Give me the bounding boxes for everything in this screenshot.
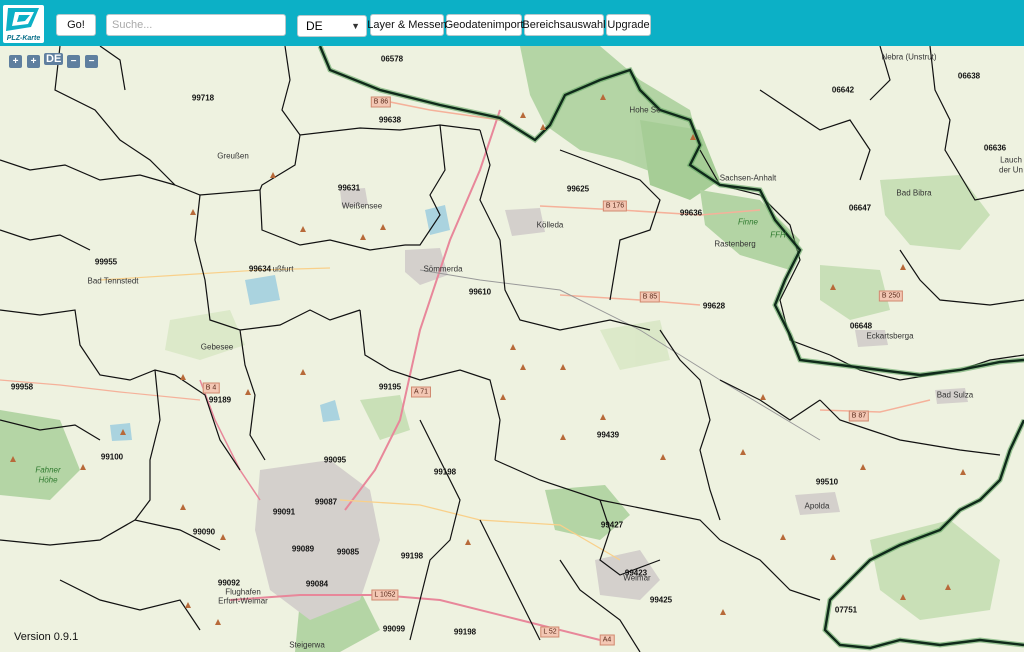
postal-code-label[interactable]: 06647 xyxy=(849,204,871,213)
town-label: Nebra (Unstrut) xyxy=(881,52,937,62)
postal-code-label[interactable]: 99638 xyxy=(379,116,401,125)
town-label: Sömmerda xyxy=(423,264,463,274)
town-label: Lauch xyxy=(1000,155,1022,165)
road-shield: A 71 xyxy=(410,386,432,398)
road-shield: A4 xyxy=(599,634,615,646)
area-label: Finne xyxy=(737,217,759,227)
town-label: Sachsen-Anhalt xyxy=(719,173,777,183)
town-label: Erfurt-Weimar xyxy=(218,596,268,606)
area-label: Fahner xyxy=(35,465,61,475)
town-label: Weimar xyxy=(623,573,651,583)
postal-code-label[interactable]: 99084 xyxy=(306,580,328,589)
toolbar: PLZ-Karte Go! DE ▼ Layer & Messen Geodat… xyxy=(0,0,1024,46)
postal-code-label[interactable]: 99092 xyxy=(218,579,240,588)
area-label: FFH xyxy=(770,230,786,240)
postal-code-label[interactable]: 99195 xyxy=(379,383,401,392)
town-label: Steigerwa xyxy=(289,640,325,650)
postal-code-label[interactable]: 99718 xyxy=(192,94,214,103)
postal-code-label[interactable]: 99189 xyxy=(209,396,231,405)
postal-code-label[interactable]: 99955 xyxy=(95,258,117,267)
search-input[interactable] xyxy=(106,14,286,36)
postal-code-label[interactable]: 99439 xyxy=(597,431,619,440)
country-select-value: DE xyxy=(306,19,323,33)
road-shield: L 1052 xyxy=(371,589,399,601)
town-label: Greußen xyxy=(217,151,249,161)
town-label: Bad Tennstedt xyxy=(87,276,139,286)
geodatenimport-button[interactable]: Geodatenimport xyxy=(445,14,523,36)
zoom-in-secondary-button[interactable]: + xyxy=(27,55,40,68)
town-label: Hohe Se xyxy=(629,105,661,115)
town-label: der Un xyxy=(998,165,1024,175)
zoom-out-button[interactable]: − xyxy=(67,55,80,68)
town-label: Eckartsberga xyxy=(866,331,914,341)
road-shield: B 250 xyxy=(878,290,904,302)
postal-code-label[interactable]: 99958 xyxy=(11,383,33,392)
postal-code-label[interactable]: 99087 xyxy=(315,498,337,507)
postal-code-label[interactable]: 06636 xyxy=(984,144,1006,153)
town-label: Gebesee xyxy=(200,342,234,352)
postal-code-label[interactable]: 07751 xyxy=(835,606,857,615)
chevron-down-icon: ▼ xyxy=(351,21,360,31)
postal-code-label[interactable]: 06648 xyxy=(850,322,872,331)
town-label: Bad Bibra xyxy=(896,188,932,198)
postal-code-label[interactable]: 99628 xyxy=(703,302,725,311)
country-zoom-button[interactable]: DE xyxy=(44,53,64,65)
postal-code-label[interactable]: 06638 xyxy=(958,72,980,81)
road-shield: B 4 xyxy=(202,382,220,394)
plz-karte-logo[interactable]: PLZ-Karte xyxy=(3,5,44,43)
map-svg xyxy=(0,46,1024,652)
road-shield: L 52 xyxy=(540,626,560,638)
postal-code-label[interactable]: 99610 xyxy=(469,288,491,297)
postal-code-label[interactable]: 99099 xyxy=(383,625,405,634)
postal-code-label[interactable]: 06642 xyxy=(832,86,854,95)
version-label: Version 0.9.1 xyxy=(14,631,79,643)
postal-code-label[interactable]: 99085 xyxy=(337,548,359,557)
postal-code-label[interactable]: 99427 xyxy=(601,521,623,530)
town-label: Apolda xyxy=(804,501,830,511)
area-label: Höhe xyxy=(38,475,58,485)
upgrade-button[interactable]: Upgrade xyxy=(606,14,651,36)
postal-code-label[interactable]: 99631 xyxy=(338,184,360,193)
road-shield: B 176 xyxy=(602,200,628,212)
town-label: Weißensee xyxy=(341,201,383,211)
postal-code-label[interactable]: 99198 xyxy=(401,552,423,561)
layer-messen-button[interactable]: Layer & Messen xyxy=(367,14,447,36)
postal-code-label[interactable]: 99625 xyxy=(567,185,589,194)
logo-text: PLZ-Karte xyxy=(6,35,41,42)
town-label: Flughafen xyxy=(225,587,261,597)
postal-code-label[interactable]: 99090 xyxy=(193,528,215,537)
map-canvas[interactable]: 06578 99718 99638 06642 06638 06636 9963… xyxy=(0,46,1024,652)
town-label: Rastenberg xyxy=(714,239,756,249)
road-shield: B 85 xyxy=(639,291,661,303)
postal-code-label[interactable]: 06578 xyxy=(381,55,403,64)
bereichsauswahl-button[interactable]: Bereichsauswahl xyxy=(522,14,606,36)
town-label: ußfurt xyxy=(272,264,294,274)
road-shield: B 86 xyxy=(370,96,392,108)
postal-code-label[interactable]: 99425 xyxy=(650,596,672,605)
postal-code-label[interactable]: 99095 xyxy=(324,456,346,465)
town-label: Bad Sulza xyxy=(936,390,974,400)
zoom-in-button[interactable]: + xyxy=(9,55,22,68)
town-label: Kölleda xyxy=(536,220,564,230)
postal-code-label[interactable]: 99089 xyxy=(292,545,314,554)
postal-code-label[interactable]: 99634 xyxy=(249,265,271,274)
postal-code-label[interactable]: 99100 xyxy=(101,453,123,462)
country-select[interactable]: DE ▼ xyxy=(297,15,367,37)
postal-code-label[interactable]: 99636 xyxy=(680,209,702,218)
postal-code-label[interactable]: 99510 xyxy=(816,478,838,487)
road-shield: B 87 xyxy=(848,410,870,422)
postal-code-label[interactable]: 99091 xyxy=(273,508,295,517)
zoom-out-secondary-button[interactable]: − xyxy=(85,55,98,68)
postal-code-label[interactable]: 99198 xyxy=(434,468,456,477)
go-button[interactable]: Go! xyxy=(56,14,96,36)
postal-code-label[interactable]: 99198 xyxy=(454,628,476,637)
